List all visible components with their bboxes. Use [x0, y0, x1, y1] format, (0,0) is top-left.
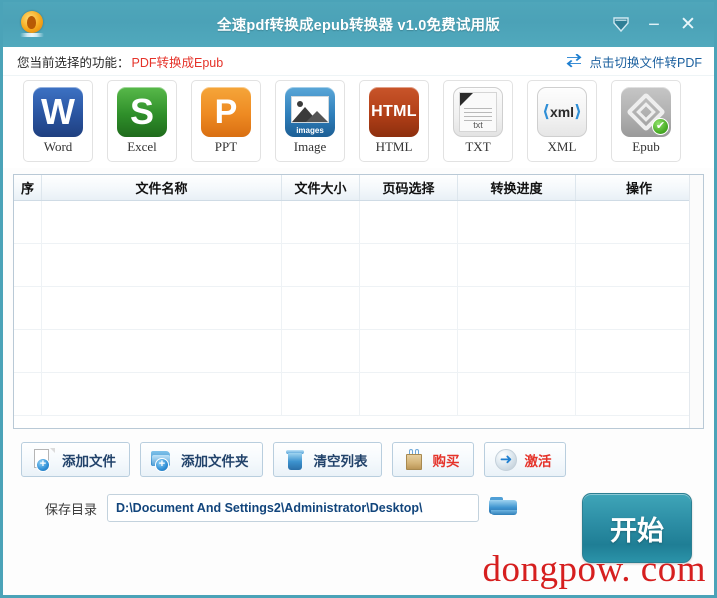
table-header-row: 序 文件名称 文件大小 页码选择 转换进度 操作	[14, 175, 703, 201]
switch-mode-link[interactable]: 点击切换文件转PDF	[565, 52, 702, 71]
format-label-ppt: PPT	[214, 139, 238, 154]
save-directory-label: 保存目录	[45, 501, 98, 517]
swap-arrows-icon	[565, 54, 583, 68]
format-label-epub: Epub	[632, 139, 660, 154]
clear-list-label: 清空列表	[313, 453, 368, 469]
close-button[interactable]: ✕	[678, 15, 698, 35]
activate-button[interactable]: ➜ 激活	[483, 442, 566, 477]
column-header-index[interactable]: 序	[14, 175, 42, 200]
window-controls: − ✕	[612, 15, 714, 35]
column-header-progress[interactable]: 转换进度	[458, 175, 576, 200]
format-button-xml[interactable]: ⟨ xml ⟩ XML	[527, 80, 597, 162]
column-header-filename[interactable]: 文件名称	[42, 175, 282, 200]
excel-glyph: S	[129, 91, 154, 132]
window-title: 全速pdf转换成epub转换器 v1.0免费试用版	[217, 18, 500, 34]
format-button-txt[interactable]: txt TXT	[443, 80, 513, 162]
switch-mode-label: 点击切换文件转PDF	[589, 55, 702, 70]
add-folder-label: 添加文件夹	[181, 453, 249, 469]
html-glyph: HTML	[371, 103, 417, 120]
save-path-input[interactable]: D:\Document And Settings2\Administrator\…	[107, 494, 480, 522]
application-window: 全速pdf转换成epub转换器 v1.0免费试用版 − ✕ 您当前选择的功能： …	[0, 0, 717, 598]
table-row[interactable]	[14, 244, 703, 287]
selected-check-icon: ✔	[652, 118, 669, 135]
html-format-icon: HTML	[369, 87, 419, 137]
table-row[interactable]	[14, 201, 703, 244]
format-label-word: Word	[43, 139, 73, 154]
flame-logo-icon	[19, 10, 47, 39]
column-header-pagerange[interactable]: 页码选择	[360, 175, 458, 200]
txt-glyph: txt	[473, 120, 483, 130]
add-file-icon: +	[31, 447, 55, 472]
format-toolbar: W Word S Excel P PPT images Image HTML H…	[3, 76, 714, 168]
purchase-label: 购买	[432, 453, 460, 469]
format-button-epub[interactable]: ✔ Epub	[611, 80, 681, 162]
image-glyph: images	[296, 126, 324, 135]
clear-list-button[interactable]: 清空列表	[272, 442, 382, 477]
function-bar: 您当前选择的功能： PDF转换成Epub 点击切换文件转PDF	[3, 47, 714, 76]
format-button-ppt[interactable]: P PPT	[191, 80, 261, 162]
word-glyph: W	[41, 91, 75, 132]
start-button-label: 开始	[610, 515, 664, 546]
start-button[interactable]: 开始	[582, 493, 692, 563]
format-button-word[interactable]: W Word	[23, 80, 93, 162]
format-label-xml: XML	[547, 139, 577, 154]
activate-label: 激活	[524, 453, 552, 469]
add-folder-button[interactable]: + 添加文件夹	[140, 442, 263, 477]
xml-glyph: xml	[549, 104, 575, 120]
column-header-filesize[interactable]: 文件大小	[282, 175, 360, 200]
format-label-image: Image	[293, 139, 327, 154]
ppt-format-icon: P	[201, 87, 251, 137]
current-function-value: PDF转换成Epub	[131, 55, 224, 70]
format-label-txt: TXT	[465, 139, 491, 154]
purchase-icon	[402, 448, 426, 472]
epub-format-icon: ✔	[621, 87, 671, 137]
table-row[interactable]	[14, 330, 703, 373]
column-header-operation[interactable]: 操作	[576, 175, 703, 200]
txt-format-icon: txt	[453, 87, 503, 137]
ppt-glyph: P	[214, 93, 238, 131]
open-folder-icon[interactable]	[489, 496, 519, 520]
title-bar: 全速pdf转换成epub转换器 v1.0免费试用版 − ✕	[3, 2, 714, 47]
table-row[interactable]	[14, 287, 703, 330]
purchase-button[interactable]: 购买	[391, 442, 474, 477]
current-function-label: 您当前选择的功能：	[17, 55, 130, 70]
format-button-excel[interactable]: S Excel	[107, 80, 177, 162]
format-label-excel: Excel	[127, 139, 157, 154]
add-file-label: 添加文件	[62, 453, 116, 469]
file-list-table: 序 文件名称 文件大小 页码选择 转换进度 操作	[13, 174, 704, 429]
format-button-html[interactable]: HTML HTML	[359, 80, 429, 162]
table-scrollbar[interactable]	[689, 175, 703, 428]
image-format-icon: images	[285, 87, 335, 137]
minimize-button[interactable]: −	[644, 15, 664, 35]
format-label-html: HTML	[375, 139, 413, 154]
clear-list-icon	[283, 448, 307, 472]
xml-format-icon: ⟨ xml ⟩	[537, 87, 587, 137]
table-row[interactable]	[14, 373, 703, 416]
activate-icon: ➜	[494, 448, 518, 472]
add-file-button[interactable]: + 添加文件	[21, 442, 130, 477]
shield-down-icon[interactable]	[612, 16, 630, 34]
action-button-bar: + 添加文件 + 添加文件夹 清空列表 购买 ➜ 激活	[3, 429, 714, 477]
excel-format-icon: S	[117, 87, 167, 137]
format-button-image[interactable]: images Image	[275, 80, 345, 162]
word-format-icon: W	[33, 87, 83, 137]
save-path-value: D:\Document And Settings2\Administrator\…	[116, 501, 423, 515]
add-folder-icon: +	[150, 448, 174, 472]
table-body	[14, 201, 703, 416]
